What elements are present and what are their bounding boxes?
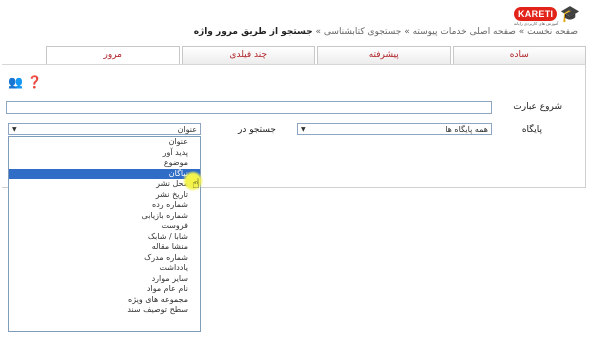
tool-icons: 👥 ❓ (8, 76, 42, 88)
brand-logo: KARETI 🎓 آموزش های کاربردی رایانه (514, 2, 596, 26)
breadcrumb: صفحه نخست » صفحه اصلی خدمات پیوسته » جست… (30, 27, 578, 37)
dropdown-option[interactable]: عنوان (9, 137, 200, 148)
dropdown-option[interactable]: مجموعه های ویژه (9, 295, 200, 306)
search-in-selected-value: عنوان (177, 125, 197, 134)
dropdown-option[interactable]: محل نشر (9, 179, 200, 190)
phrase-label: شروع عبارت (513, 102, 562, 112)
search-in-dropdown-list[interactable]: عنوان پدید آور موضوع نیاگان محل نشر تاری… (8, 136, 201, 332)
database-select[interactable]: همه پایگاه ها ▼ (297, 123, 492, 135)
brand-tagline: آموزش های کاربردی رایانه (514, 21, 559, 26)
phrase-input[interactable] (6, 101, 492, 114)
dropdown-option[interactable]: شماره مدرک (9, 253, 200, 264)
hand-cursor-icon: ☝ (192, 177, 200, 192)
help-icon[interactable]: ❓ (27, 76, 42, 88)
chevron-down-icon: ▼ (12, 126, 17, 133)
dropdown-option[interactable]: پدید آور (9, 148, 200, 159)
dropdown-option[interactable]: سایر موارد (9, 274, 200, 285)
dropdown-option[interactable]: شابا / شابک (9, 232, 200, 243)
database-selected-value: همه پایگاه ها (445, 125, 488, 134)
dropdown-option[interactable]: شماره رده (9, 200, 200, 211)
dropdown-option[interactable]: یادداشت (9, 263, 200, 274)
dropdown-option-highlighted[interactable]: نیاگان (9, 168, 200, 179)
breadcrumb-current: جستجو از طریق مرور واژه (193, 27, 313, 37)
tab-multi-field[interactable]: چند فیلدی (181, 46, 315, 64)
dropdown-option[interactable]: شماره بازیابی (9, 211, 200, 222)
search-in-label: جستجو در (238, 125, 276, 135)
chevron-down-icon: ▼ (301, 126, 306, 133)
dropdown-option[interactable]: نام عام مواد (9, 284, 200, 295)
tab-advanced[interactable]: پیشرفته (317, 46, 451, 64)
tab-simple[interactable]: ساده (452, 46, 586, 64)
breadcrumb-path[interactable]: صفحه نخست » صفحه اصلی خدمات پیوسته » جست… (316, 27, 578, 37)
dropdown-option[interactable]: منشا مقاله (9, 242, 200, 253)
dropdown-option[interactable]: موضوع (9, 158, 200, 169)
dropdown-option[interactable]: سطح توصیف سند (9, 305, 200, 316)
dropdown-option[interactable]: تاریخ نشر (9, 190, 200, 201)
users-icon[interactable]: 👥 (8, 76, 23, 88)
tab-browse[interactable]: مرور (46, 46, 180, 64)
dropdown-option[interactable]: فروست (9, 221, 200, 232)
search-tabs: ساده پیشرفته چند فیلدی مرور (44, 46, 586, 64)
graduation-cap-icon: 🎓 (560, 4, 581, 23)
search-in-select[interactable]: عنوان ▼ (8, 123, 201, 135)
brand-badge: KARETI (514, 7, 558, 21)
database-label: پایگاه (521, 125, 542, 135)
